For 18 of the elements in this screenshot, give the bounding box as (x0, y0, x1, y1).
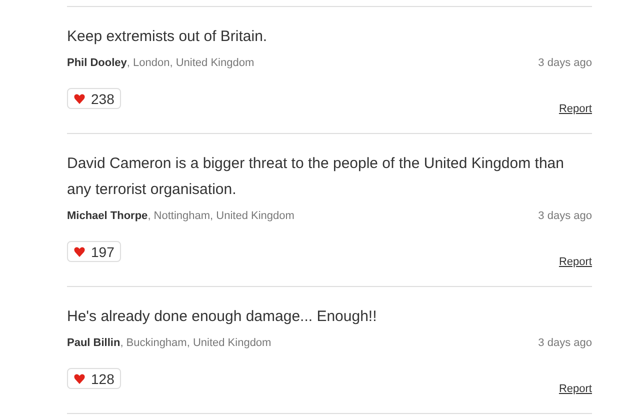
comment-text: He's already done enough damage... Enough!! (67, 307, 378, 327)
report-link[interactable]: Report (558, 382, 592, 396)
report-link[interactable]: Report (558, 255, 592, 269)
comment-text: David Cameron is a bigger threat to the people of the United Kingdom than any terrorist organisation. (67, 154, 565, 200)
comment-author: Michael Thorpe, Nottingham, United Kingdom (67, 209, 294, 223)
heart-icon (74, 94, 85, 104)
comment-time: 3 days ago (538, 336, 592, 350)
comment-time: 3 days ago (538, 209, 592, 223)
heart-icon (74, 246, 85, 256)
report-link[interactable]: Report (558, 102, 592, 116)
like-button[interactable]: 197 (67, 241, 122, 262)
comment-author: Paul Billin, Buckingham, United Kingdom (67, 336, 272, 350)
comment-time: 3 days ago (538, 56, 592, 70)
like-button[interactable]: 238 (67, 88, 122, 109)
comment-text: Keep extremists out of Britain. (67, 27, 268, 47)
heart-icon (74, 374, 85, 384)
comment-author: Phil Dooley, London, United Kingdom (67, 56, 254, 70)
like-button[interactable]: 128 (67, 368, 122, 389)
